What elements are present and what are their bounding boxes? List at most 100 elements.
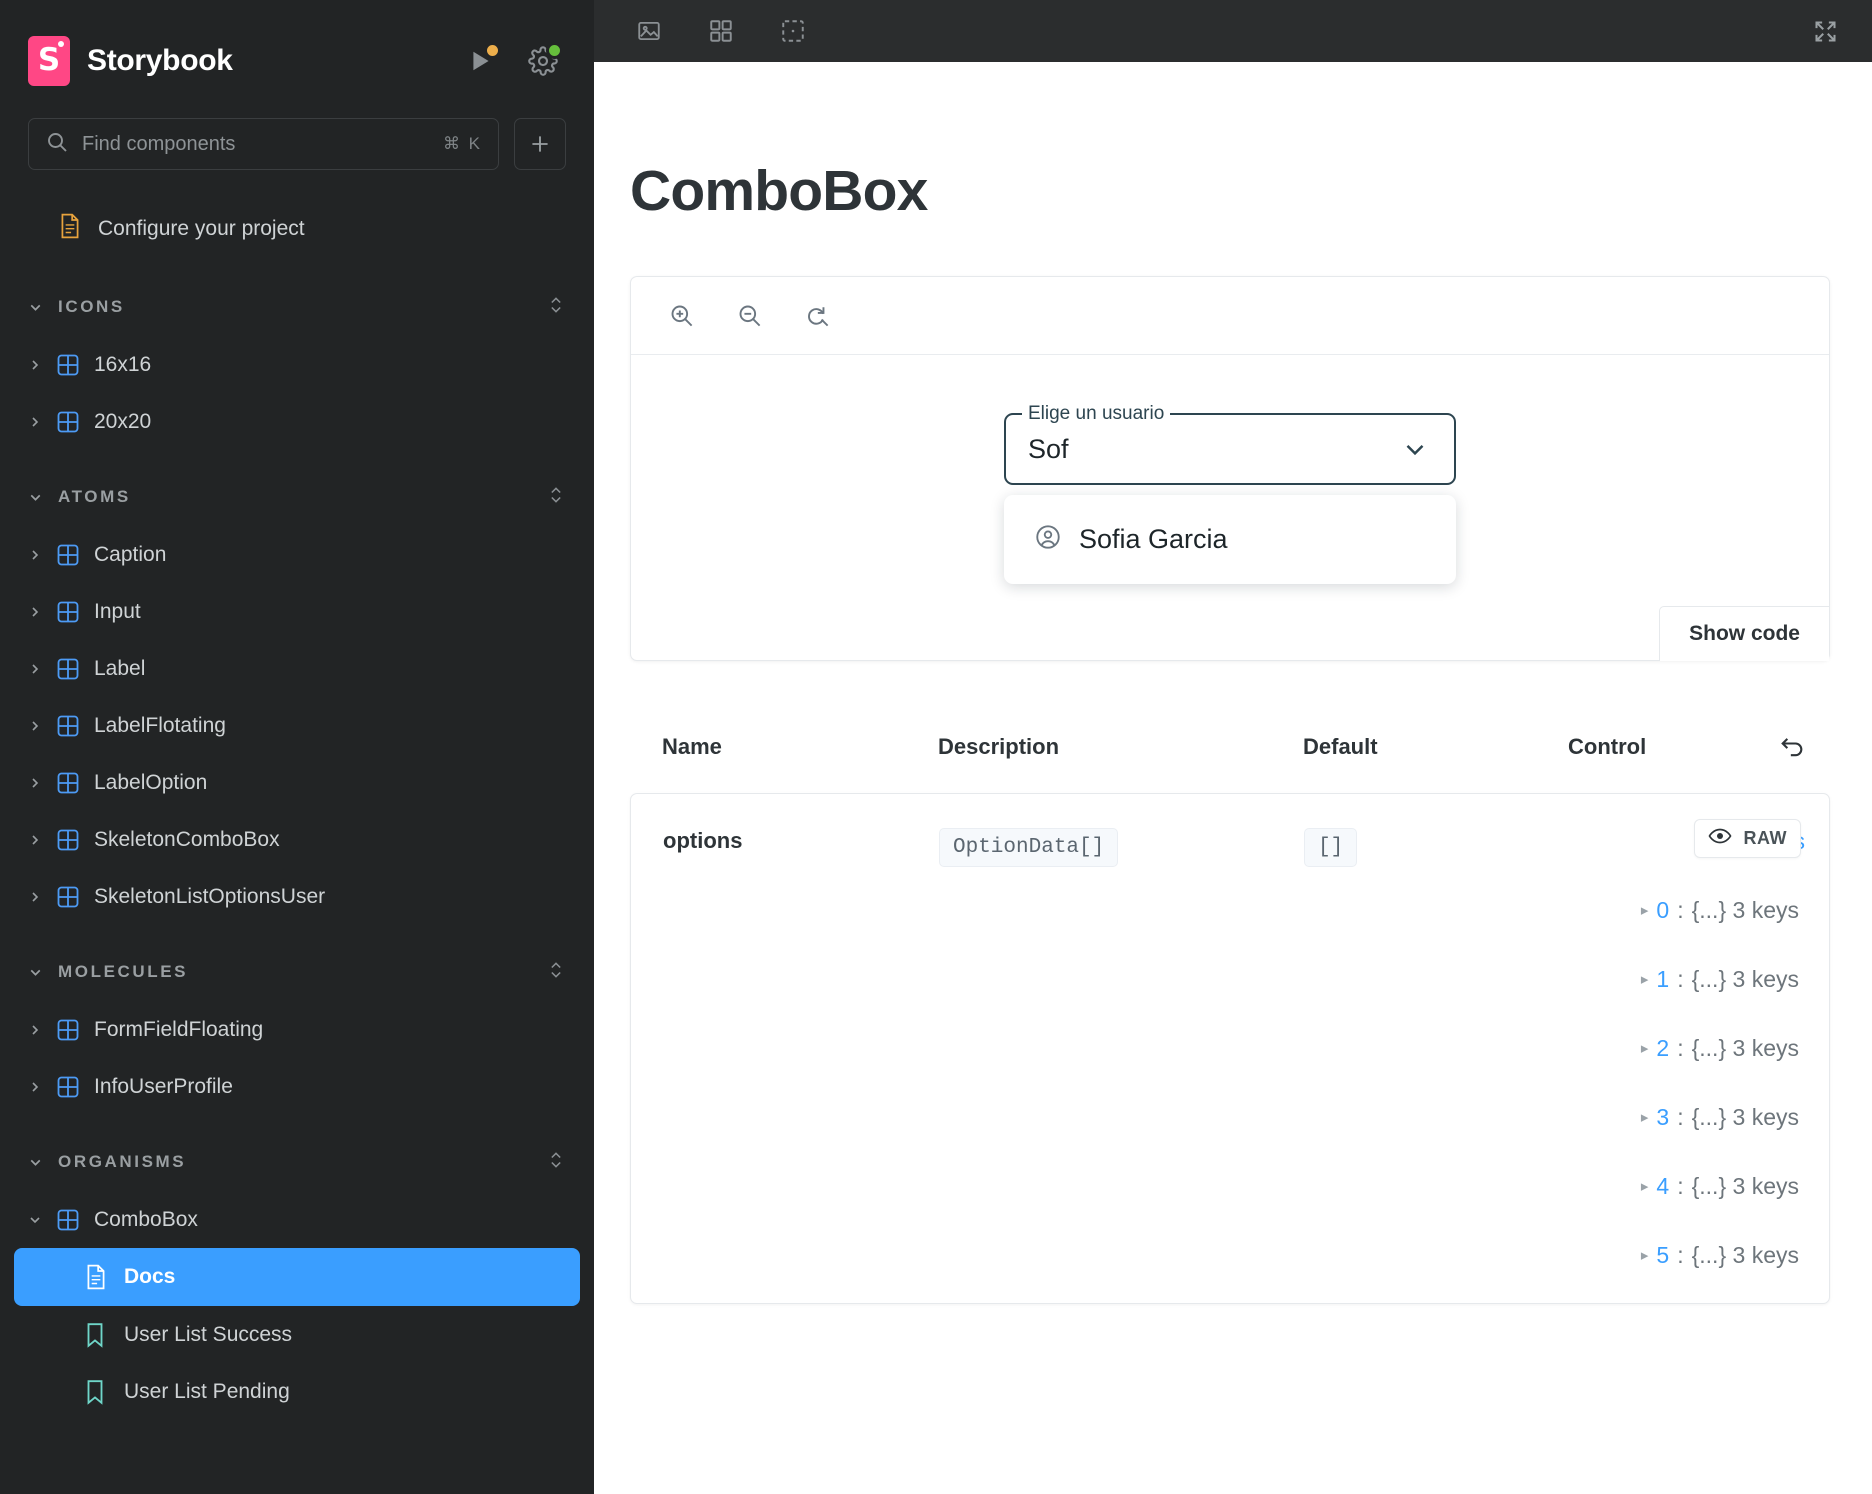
- docs-scroll-area[interactable]: ComboBox Elige un usuario Sof Sofia Garc…: [594, 62, 1872, 1494]
- caret-right-icon[interactable]: ▸: [1641, 1110, 1649, 1125]
- search-input[interactable]: Find components ⌘ K: [28, 118, 499, 170]
- chevron-down-icon: [26, 489, 44, 506]
- sidebar-item-user-list-pending[interactable]: User List Pending: [0, 1363, 594, 1420]
- group-collapse-toggle-icon[interactable]: [546, 1148, 566, 1177]
- args-table-header: Name Description Default Control: [630, 727, 1830, 793]
- main-panel: ComboBox Elige un usuario Sof Sofia Garc…: [594, 0, 1872, 1494]
- group-label: ATOMS: [58, 487, 131, 506]
- gear-icon[interactable]: [526, 42, 563, 78]
- search-placeholder: Find components: [82, 132, 236, 155]
- sidebar-group-molecules[interactable]: MOLECULES: [0, 943, 594, 1001]
- sidebar-item-input[interactable]: Input: [0, 583, 594, 640]
- chevron-right-icon: [26, 889, 44, 905]
- zoom-reset-icon[interactable]: [797, 296, 837, 336]
- group-collapse-toggle-icon[interactable]: [546, 958, 566, 987]
- caret-right-icon[interactable]: ▸: [1641, 903, 1649, 918]
- preview-toolbar-top: [594, 0, 1872, 62]
- sidebar-item-20x20[interactable]: 20x20: [0, 393, 594, 450]
- json-item-index: 2: [1656, 1035, 1670, 1061]
- sidebar-item-skeletonlistoptionsuser[interactable]: SkeletonListOptionsUser: [0, 868, 594, 925]
- eye-icon[interactable]: [1708, 826, 1732, 851]
- json-tree-control[interactable]: ▾ options: [1569, 819, 1805, 1269]
- zoom-out-icon[interactable]: [729, 296, 769, 336]
- fullscreen-icon[interactable]: [1806, 12, 1844, 50]
- json-tree-item[interactable]: ▸ 5 : {...} 3 keys: [1569, 1242, 1805, 1269]
- group-collapse-toggle-icon[interactable]: [546, 483, 566, 512]
- sidebar-item-labeloption[interactable]: LabelOption: [0, 754, 594, 811]
- json-tree-item[interactable]: ▸ 0 : {...} 3 keys: [1569, 897, 1805, 924]
- combobox-option[interactable]: Sofia Garcia: [1004, 513, 1456, 566]
- configure-label: Configure your project: [98, 217, 305, 240]
- json-item-index: 0: [1656, 897, 1670, 923]
- json-item-value: {...} 3 keys: [1691, 1173, 1799, 1199]
- component-icon: [56, 714, 82, 738]
- group-collapse-toggle-icon[interactable]: [546, 293, 566, 322]
- raw-toggle[interactable]: RAW: [1693, 819, 1801, 858]
- sidebar-header-actions: [464, 42, 566, 78]
- json-tree-root[interactable]: ▾ options: [1569, 819, 1805, 858]
- image-snapshot-icon[interactable]: [630, 12, 668, 50]
- sidebar-item-skeletoncombobox[interactable]: SkeletonComboBox: [0, 811, 594, 868]
- sidebar-item-16x16[interactable]: 16x16: [0, 336, 594, 393]
- sidebar-item-label: 20x20: [94, 409, 152, 433]
- sidebar-item-combobox[interactable]: ComboBox: [0, 1191, 594, 1248]
- json-item-index: 3: [1656, 1104, 1670, 1130]
- add-component-button[interactable]: [514, 118, 566, 170]
- json-tree-item[interactable]: ▸ 3 : {...} 3 keys: [1569, 1104, 1805, 1131]
- json-item-separator: :: [1677, 897, 1684, 923]
- args-table: options OptionData[] [] RAW ▸ 0: {...} …: [630, 793, 1830, 1304]
- measure-outline-icon[interactable]: [774, 12, 812, 50]
- user-circle-icon: [1034, 523, 1062, 556]
- chevron-down-icon: [26, 964, 44, 981]
- json-tree-item[interactable]: ▸ 2 : {...} 3 keys: [1569, 1035, 1805, 1062]
- caret-right-icon[interactable]: ▸: [1641, 1179, 1649, 1194]
- show-code-button[interactable]: Show code: [1659, 606, 1829, 661]
- caret-right-icon[interactable]: ▸: [1641, 972, 1649, 987]
- sidebar-item-label: SkeletonComboBox: [94, 827, 280, 851]
- component-icon: [56, 828, 82, 852]
- combobox-value: Sof: [1028, 433, 1069, 464]
- sidebar-item-label: User List Success: [124, 1322, 293, 1346]
- chevron-down-icon[interactable]: [1398, 432, 1432, 466]
- sidebar-item-labelflotating[interactable]: LabelFlotating: [0, 697, 594, 754]
- sidebar-item-infouserprofile[interactable]: InfoUserProfile: [0, 1058, 594, 1115]
- json-item-separator: :: [1677, 1242, 1684, 1268]
- json-tree-item[interactable]: ▸ 1 : {...} 3 keys: [1569, 966, 1805, 993]
- brand[interactable]: S Storybook: [28, 36, 464, 86]
- component-icon: [56, 1018, 82, 1042]
- search-icon: [45, 130, 69, 159]
- reset-controls-icon[interactable]: [1772, 727, 1812, 767]
- chevron-right-icon: [26, 661, 44, 677]
- sidebar-item-label: SkeletonListOptionsUser: [94, 884, 326, 908]
- grid-background-icon[interactable]: [702, 12, 740, 50]
- chevron-right-icon: [26, 547, 44, 563]
- caret-right-icon[interactable]: ▸: [1641, 1248, 1649, 1263]
- sidebar-item-label: 16x16: [94, 352, 152, 376]
- sidebar-group-organisms[interactable]: ORGANISMS: [0, 1133, 594, 1191]
- story-preview-stage: Elige un usuario Sof Sofia Garcia: [631, 355, 1829, 660]
- json-tree-item[interactable]: ▸ 4 : {...} 3 keys: [1569, 1173, 1805, 1200]
- json-item-value: {...} 3 keys: [1691, 1242, 1799, 1268]
- sidebar-item-caption[interactable]: Caption: [0, 526, 594, 583]
- play-icon[interactable]: [464, 42, 501, 78]
- sidebar-item-user-list-success[interactable]: User List Success: [0, 1306, 594, 1363]
- sidebar-item-label[interactable]: Label: [0, 640, 594, 697]
- json-item-value: {...} 3 keys: [1691, 897, 1799, 923]
- search-shortcut: ⌘ K: [442, 134, 482, 153]
- zoom-in-icon[interactable]: [661, 296, 701, 336]
- chevron-down-icon: [26, 299, 44, 316]
- combobox-option-label: Sofia Garcia: [1079, 524, 1228, 554]
- sidebar-item-formfieldfloating[interactable]: FormFieldFloating: [0, 1001, 594, 1058]
- chevron-right-icon: [26, 718, 44, 734]
- column-header-default: Default: [1303, 734, 1378, 759]
- component-icon: [56, 1208, 82, 1232]
- sidebar-group-atoms[interactable]: ATOMS: [0, 468, 594, 526]
- sidebar-item-configure-your-project[interactable]: Configure your project: [0, 198, 594, 260]
- column-header-name: Name: [662, 734, 722, 759]
- gear-badge: [546, 42, 563, 59]
- caret-right-icon[interactable]: ▸: [1641, 1041, 1649, 1056]
- combobox-input[interactable]: Elige un usuario Sof: [1004, 404, 1456, 485]
- json-item-value: {...} 3 keys: [1691, 1104, 1799, 1130]
- sidebar-item-docs[interactable]: Docs: [14, 1248, 580, 1306]
- sidebar-group-icons[interactable]: ICONS: [0, 278, 594, 336]
